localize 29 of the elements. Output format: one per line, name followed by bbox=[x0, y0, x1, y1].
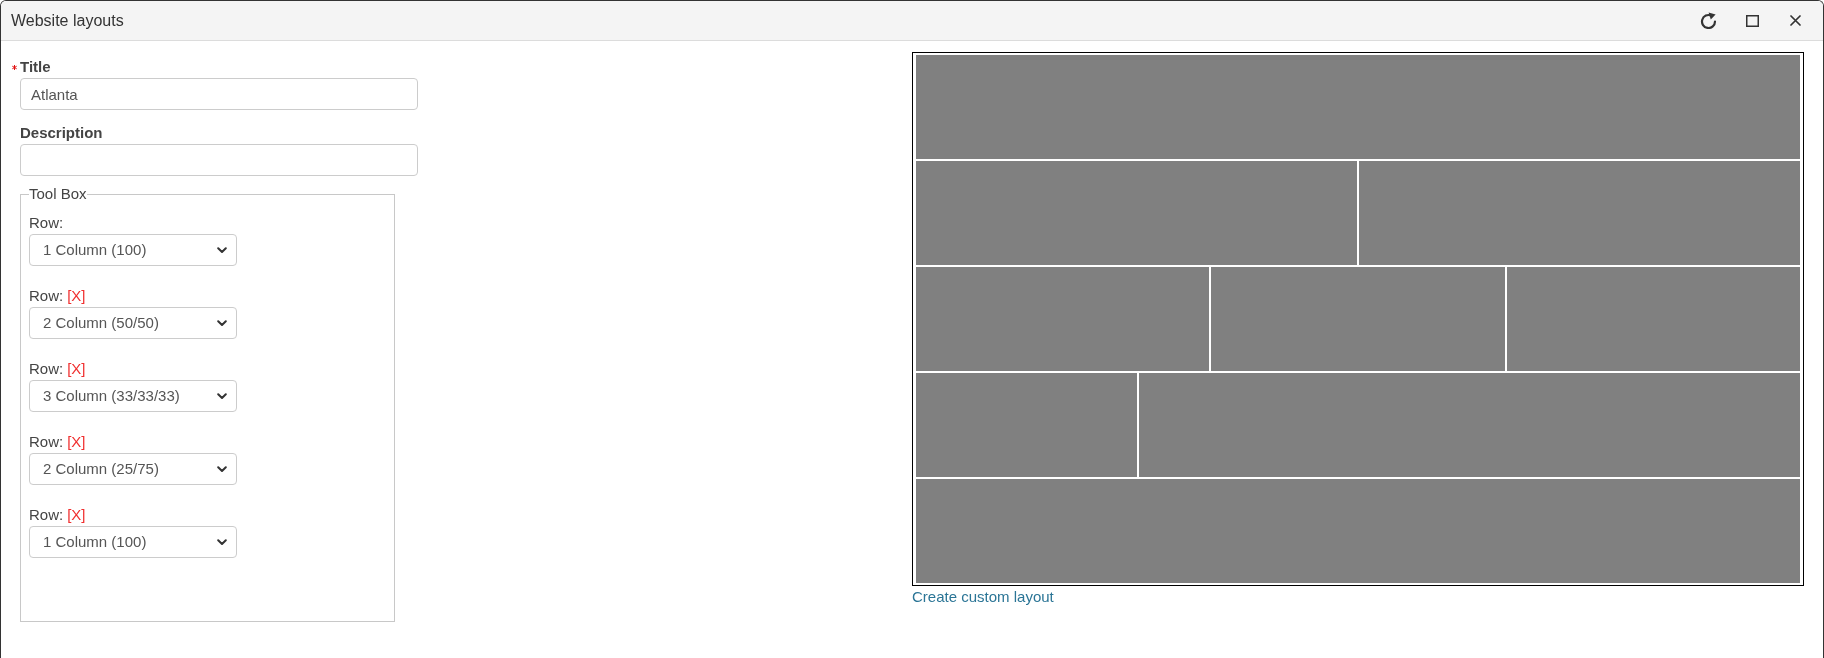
row-label: Row: bbox=[29, 286, 64, 306]
column-layout-select[interactable]: 2 Column (25/75) bbox=[29, 453, 237, 485]
row-label: Row: bbox=[29, 432, 64, 452]
refresh-icon[interactable] bbox=[1700, 12, 1717, 29]
remove-row-link[interactable]: [X] bbox=[67, 286, 86, 306]
text-input[interactable]: Atlanta bbox=[20, 78, 418, 110]
maximize-icon[interactable] bbox=[1746, 14, 1759, 27]
column-layout-select[interactable]: 1 Column (100) bbox=[29, 234, 237, 266]
chevron-down-icon bbox=[217, 465, 227, 473]
remove-row-link[interactable]: [X] bbox=[67, 505, 86, 525]
chevron-down-icon bbox=[217, 538, 227, 546]
field-label: Title bbox=[20, 57, 51, 77]
row-label: Row: bbox=[29, 359, 64, 379]
toolbox-legend: Tool Box bbox=[29, 184, 87, 204]
remove-row-link[interactable]: [X] bbox=[67, 432, 86, 452]
column-layout-select[interactable]: 3 Column (33/33/33) bbox=[29, 380, 237, 412]
row-label: Row: bbox=[29, 213, 64, 233]
row-label: Row: bbox=[29, 505, 64, 525]
column-layout-select[interactable]: 1 Column (100) bbox=[29, 526, 237, 558]
remove-row-link[interactable]: [X] bbox=[67, 359, 86, 379]
column-layout-select[interactable]: 2 Column (50/50) bbox=[29, 307, 237, 339]
close-icon[interactable] bbox=[1790, 15, 1801, 26]
field-label: Description bbox=[20, 123, 103, 143]
chevron-down-icon bbox=[217, 246, 227, 254]
chevron-down-icon bbox=[217, 319, 227, 327]
create-custom-layout-link[interactable]: Create custom layout bbox=[912, 588, 1054, 606]
text-input[interactable] bbox=[20, 144, 418, 176]
chevron-down-icon bbox=[217, 392, 227, 400]
window-title: Website layouts bbox=[11, 10, 124, 31]
